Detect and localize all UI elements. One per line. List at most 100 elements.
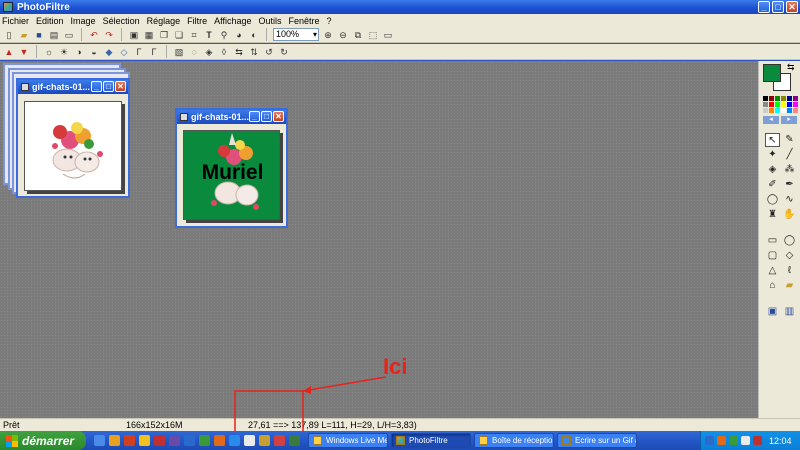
quicklaunch-app-icon[interactable] <box>124 435 135 446</box>
auto-level-icon[interactable]: ▲ <box>3 46 15 58</box>
redo-icon[interactable]: ↷ <box>103 29 115 41</box>
maximize-button[interactable]: □ <box>261 111 272 122</box>
spray-icon[interactable]: ⁂ <box>782 163 797 177</box>
copy-icon[interactable]: ❐ <box>158 29 170 41</box>
paste-icon[interactable]: ❏ <box>173 29 185 41</box>
minimize-button[interactable]: _ <box>249 111 260 122</box>
contrast-plus-icon[interactable]: ◑ <box>73 46 85 58</box>
open-folder-icon[interactable]: ▰ <box>18 29 30 41</box>
zoom-out-icon[interactable]: ⊖ <box>337 29 349 41</box>
menu-image[interactable]: Image <box>71 16 96 26</box>
taskbar-item-inbox[interactable]: Boîte de réception... <box>474 433 554 448</box>
color-picker-icon[interactable]: ◕ <box>233 29 245 41</box>
zoom-in-icon[interactable]: ⊕ <box>322 29 334 41</box>
document-window-back[interactable]: gif-chats-01... _ □ ✕ <box>16 78 130 198</box>
close-button[interactable]: ✕ <box>273 111 284 122</box>
menu-fichier[interactable]: Fichier <box>2 16 29 26</box>
flip-horizontal-icon[interactable]: ⇆ <box>233 46 245 58</box>
selection-tool-icon[interactable]: ↖ <box>765 133 780 147</box>
quicklaunch-app-icon[interactable] <box>199 435 210 446</box>
grayscale-icon[interactable]: ▧ <box>173 46 185 58</box>
triangle-shape-icon[interactable]: △ <box>765 264 780 278</box>
quicklaunch-app-icon[interactable] <box>154 435 165 446</box>
volume-icon[interactable] <box>741 436 750 445</box>
menu-filtre[interactable]: Filtre <box>187 16 207 26</box>
menu-fenetre[interactable]: Fenêtre <box>289 16 320 26</box>
hand-tool-icon[interactable]: ✋ <box>782 208 797 222</box>
document-title-bar[interactable]: gif-chats-01... _ □ ✕ <box>177 110 286 124</box>
print-icon[interactable]: ▤ <box>48 29 60 41</box>
quicklaunch-app-icon[interactable] <box>169 435 180 446</box>
rounded-rect-shape-icon[interactable]: ▢ <box>765 249 780 263</box>
close-button[interactable]: ✕ <box>115 81 126 92</box>
new-file-icon[interactable]: ▯ <box>3 29 15 41</box>
scanner-icon[interactable]: ▭ <box>63 29 75 41</box>
open-selection-icon[interactable]: ▰ <box>782 279 797 293</box>
start-button[interactable]: démarrer <box>0 431 86 450</box>
tray-app-icon[interactable] <box>717 436 726 445</box>
line-tool-icon[interactable]: ╱ <box>782 148 797 162</box>
security-icon[interactable] <box>753 436 762 445</box>
actual-size-icon[interactable]: ⧉ <box>352 29 364 41</box>
smudge-icon[interactable]: ∿ <box>782 193 797 207</box>
quicklaunch-app-icon[interactable] <box>139 435 150 446</box>
fit-window-icon[interactable]: ⬚ <box>367 29 379 41</box>
eyedropper-icon[interactable]: ✎ <box>782 133 797 147</box>
document-window-front[interactable]: gif-chats-01... _ □ ✕ Muriel <box>175 108 288 228</box>
color-swatches[interactable] <box>763 96 798 113</box>
rotate-right-icon[interactable]: ↻ <box>278 46 290 58</box>
menu-affichage[interactable]: Affichage <box>214 16 251 26</box>
quicklaunch-app-icon[interactable] <box>289 435 300 446</box>
close-button[interactable]: ✕ <box>786 1 798 13</box>
menu-reglage[interactable]: Réglage <box>147 16 181 26</box>
contrast-minus-icon[interactable]: ◒ <box>88 46 100 58</box>
brightness-plus-icon[interactable]: ☼ <box>43 46 55 58</box>
saturation-minus-icon[interactable]: ◇ <box>118 46 130 58</box>
crop-icon[interactable]: ⌗ <box>188 29 200 41</box>
fill-bucket-icon[interactable]: ◈ <box>765 163 780 177</box>
quicklaunch-app-icon[interactable] <box>244 435 255 446</box>
document-title-bar[interactable]: gif-chats-01... _ □ ✕ <box>18 80 128 94</box>
text-icon[interactable]: T <box>203 29 215 41</box>
maximize-button[interactable]: □ <box>772 1 784 13</box>
quicklaunch-app-icon[interactable] <box>184 435 195 446</box>
saturation-plus-icon[interactable]: ◆ <box>103 46 115 58</box>
rotate-left-icon[interactable]: ↺ <box>263 46 275 58</box>
minimize-button[interactable]: _ <box>758 1 770 13</box>
sharpen-icon[interactable]: ◈ <box>203 46 215 58</box>
blur-icon[interactable]: ◌ <box>188 46 200 58</box>
quicklaunch-app-icon[interactable] <box>109 435 120 446</box>
quicklaunch-app-icon[interactable] <box>94 435 105 446</box>
image-size-icon[interactable]: ▣ <box>128 29 140 41</box>
lasso-icon[interactable]: ℓ <box>782 264 797 278</box>
palette-icon[interactable]: ◐ <box>248 29 260 41</box>
fullscreen-icon[interactable]: ▭ <box>382 29 394 41</box>
save-icon[interactable]: ■ <box>33 29 45 41</box>
stamp-icon[interactable]: ⚲ <box>218 29 230 41</box>
option-b-icon[interactable]: ▥ <box>782 305 797 319</box>
document-image[interactable] <box>24 101 122 191</box>
undo-icon[interactable]: ↶ <box>88 29 100 41</box>
foreground-color-swatch[interactable] <box>763 64 781 82</box>
option-a-icon[interactable]: ▣ <box>765 305 780 319</box>
taskbar-item-windows-live[interactable]: Windows Live Me... <box>308 433 388 448</box>
clone-stamp-icon[interactable]: ♜ <box>765 208 780 222</box>
advanced-brush-icon[interactable]: ✒ <box>782 178 797 192</box>
canvas-size-icon[interactable]: ▦ <box>143 29 155 41</box>
flip-vertical-icon[interactable]: ⇅ <box>248 46 260 58</box>
help-icon[interactable] <box>705 436 714 445</box>
auto-contrast-icon[interactable]: ▼ <box>18 46 30 58</box>
palette-prev-icon[interactable]: ◂ <box>763 116 779 124</box>
polygon-icon[interactable]: ⌂ <box>765 279 780 293</box>
taskbar-item-photofiltre[interactable]: PhotoFiltre <box>391 433 471 448</box>
minimize-button[interactable]: _ <box>91 81 102 92</box>
gamma-minus-icon[interactable]: Γ <box>148 46 160 58</box>
menu-selection[interactable]: Sélection <box>103 16 140 26</box>
ellipse-shape-icon[interactable]: ◯ <box>782 234 797 248</box>
zoom-select[interactable]: 100% <box>273 28 319 41</box>
palette-next-icon[interactable]: ▸ <box>781 116 797 124</box>
menu-edition[interactable]: Edition <box>36 16 64 26</box>
swap-colors-icon[interactable]: ⇆ <box>787 62 795 73</box>
quicklaunch-app-icon[interactable] <box>274 435 285 446</box>
brush-icon[interactable]: ✐ <box>765 178 780 192</box>
